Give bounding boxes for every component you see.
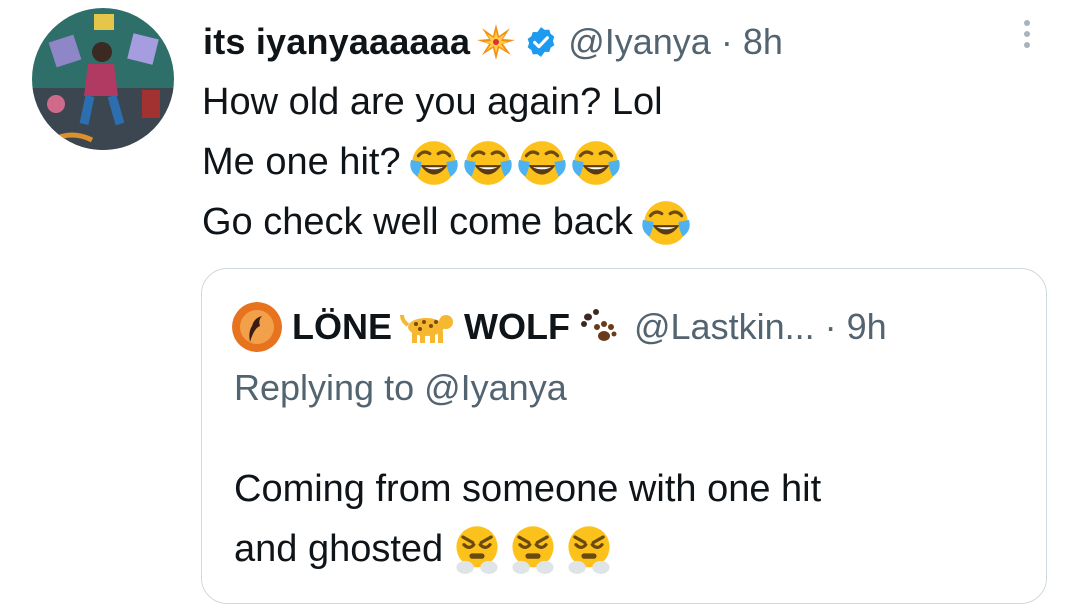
tears-of-joy-emoji bbox=[463, 137, 513, 187]
paw-prints-emoji bbox=[578, 307, 618, 347]
tweet-line-text: Me one hit? bbox=[202, 141, 401, 183]
tweet-line-1: How old are you again? Lol bbox=[202, 72, 691, 132]
collision-emoji bbox=[476, 22, 516, 62]
quoted-timestamp[interactable]: 9h bbox=[847, 306, 887, 348]
tweet-line-2: Me one hit? bbox=[202, 132, 691, 192]
quoted-user-handle[interactable]: @Lastkin... bbox=[634, 306, 815, 348]
tweet[interactable]: its iyanyaaaaaa @Iyanya · 8h How old are… bbox=[0, 0, 1080, 609]
user-handle[interactable]: @Iyanya bbox=[568, 21, 711, 63]
tears-of-joy-emoji bbox=[641, 197, 691, 247]
quoted-display-name-part2[interactable]: WOLF bbox=[464, 306, 570, 348]
tears-of-joy-emoji bbox=[517, 137, 567, 187]
quoted-tweet[interactable]: LÖNE WOLF @Lastkin... · 9h Replying to @… bbox=[201, 268, 1047, 604]
tears-of-joy-emoji bbox=[571, 137, 621, 187]
quoted-line-text: Coming from someone with one hit bbox=[234, 468, 822, 510]
more-options-icon[interactable] bbox=[1014, 14, 1040, 54]
quoted-tweet-text: Coming from someone with one hit and gho… bbox=[234, 459, 821, 579]
tweet-line-text: How old are you again? Lol bbox=[202, 81, 663, 123]
quoted-line-text: and ghosted bbox=[234, 528, 444, 570]
replying-to-label: Replying to @Iyanya bbox=[234, 367, 567, 408]
tweet-line-text: Go check well come back bbox=[202, 201, 633, 243]
separator-dot: · bbox=[720, 21, 733, 62]
tweet-timestamp[interactable]: 8h bbox=[743, 21, 783, 63]
steam-from-nose-emoji bbox=[451, 523, 503, 575]
leopard-emoji bbox=[400, 309, 456, 345]
quoted-display-name-part1[interactable]: LÖNE bbox=[292, 306, 392, 348]
quoted-user-avatar[interactable] bbox=[232, 302, 282, 352]
quoted-line-1: Coming from someone with one hit bbox=[234, 459, 821, 519]
tweet-line-3: Go check well come back bbox=[202, 192, 691, 252]
tweet-text: How old are you again? Lol Me one hit? G… bbox=[202, 72, 691, 252]
steam-from-nose-emoji bbox=[563, 523, 615, 575]
tears-of-joy-emoji bbox=[409, 137, 459, 187]
steam-from-nose-emoji bbox=[507, 523, 559, 575]
display-name[interactable]: its iyanyaaaaaa bbox=[203, 21, 470, 63]
user-avatar[interactable] bbox=[32, 8, 174, 150]
quoted-line-2: and ghosted bbox=[234, 519, 821, 579]
verified-badge-icon bbox=[524, 25, 558, 59]
separator-dot: · bbox=[824, 306, 837, 347]
